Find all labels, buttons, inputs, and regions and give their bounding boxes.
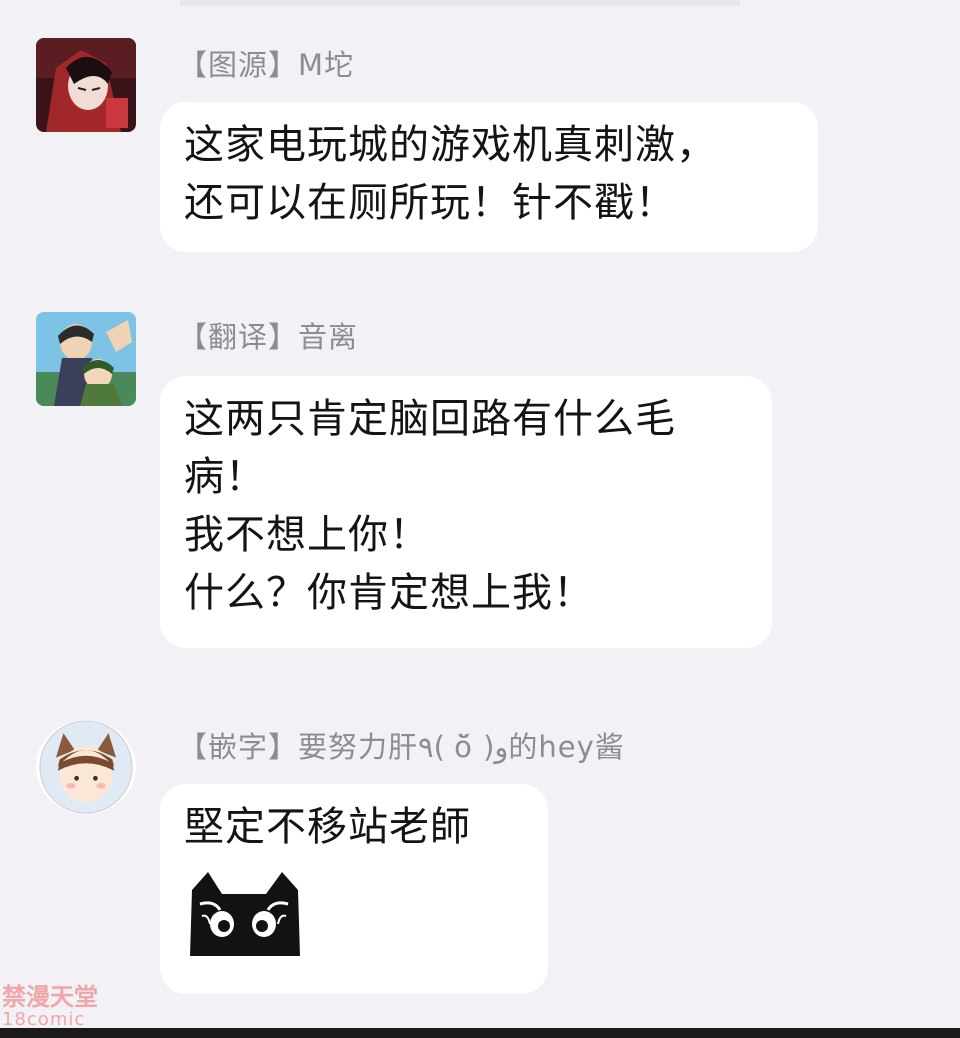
message-bubble[interactable]: 堅定不移站老師 bbox=[160, 784, 548, 994]
message-bubble[interactable]: 这两只肯定脑回路有什么毛 病！ 我不想上你！ 什么？你肯定想上我！ bbox=[160, 376, 772, 648]
previous-message-edge bbox=[180, 0, 740, 6]
message-text-line: 这两只肯定脑回路有什么毛 bbox=[184, 396, 676, 442]
sender-name: 【翻译】音离 bbox=[178, 320, 359, 354]
watermark-logo: 禁漫天堂 18comic bbox=[2, 984, 112, 1030]
cat-sticker-image bbox=[190, 872, 300, 956]
watermark-title: 禁漫天堂 bbox=[2, 983, 98, 1011]
sender-name: 【图源】M坨 bbox=[178, 48, 355, 82]
avatar[interactable] bbox=[36, 720, 136, 814]
bottom-edge-bar bbox=[0, 1028, 960, 1038]
avatar-image bbox=[36, 312, 136, 406]
message-text-line: 什么？你肯定想上我！ bbox=[184, 570, 594, 616]
avatar-image bbox=[39, 720, 133, 814]
message-text-line: 还可以在厕所玩！针不戳！ bbox=[184, 180, 676, 226]
watermark-subtitle: 18comic bbox=[2, 1009, 86, 1030]
message-text-line: 我不想上你！ bbox=[184, 512, 430, 558]
message-text-line: 病！ bbox=[184, 454, 266, 500]
black-cat-sticker[interactable] bbox=[184, 870, 304, 960]
sender-name: 【嵌字】要努力肝٩( ŏ̆ )و的hey酱 bbox=[178, 730, 625, 764]
message-text-line: 这家电玩城的游戏机真刺激， bbox=[184, 122, 717, 168]
message-text-line: 堅定不移站老師 bbox=[184, 804, 471, 850]
avatar[interactable] bbox=[36, 38, 136, 132]
avatar[interactable] bbox=[36, 312, 136, 406]
message-bubble[interactable]: 这家电玩城的游戏机真刺激， 还可以在厕所玩！针不戳！ bbox=[160, 102, 818, 252]
avatar-image bbox=[36, 38, 136, 132]
